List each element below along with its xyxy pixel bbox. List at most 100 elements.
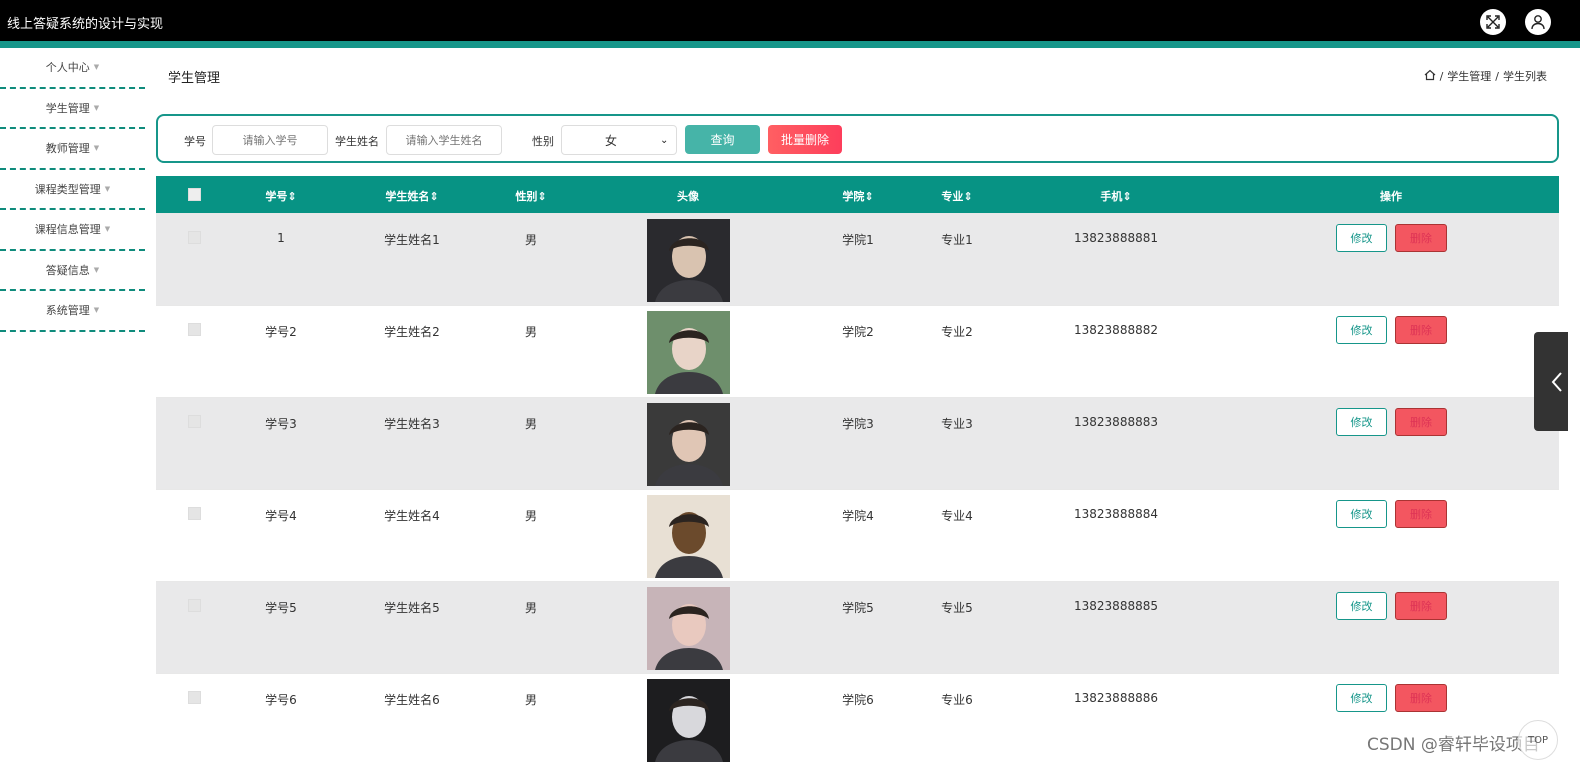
column-header-gender[interactable]: 性别⇕ <box>515 188 546 204</box>
sidebar-item-label: 系统管理 <box>45 304 90 318</box>
student-name-label: 学生姓名 <box>335 135 379 148</box>
caret-down-icon: ▼ <box>93 103 100 112</box>
sidebar-item-label: 课程类型管理 <box>34 182 101 196</box>
table-row: 学号3 学生姓名3 男 学院3 专业3 13823888883 修改 删除 <box>156 397 1559 489</box>
row-checkbox[interactable] <box>188 231 201 244</box>
caret-down-icon: ▼ <box>93 306 100 315</box>
back-to-top-button[interactable]: TOP <box>1518 720 1558 760</box>
table-row: 学号4 学生姓名4 男 学院4 专业4 13823888884 修改 删除 <box>156 489 1559 581</box>
cell-phone: 13823888884 <box>1074 507 1158 521</box>
caret-down-icon: ▼ <box>93 265 100 274</box>
home-icon[interactable] <box>1424 69 1436 84</box>
table-header: 学号⇕ 学生姓名⇕ 性别⇕ 头像 学院⇕ 专业⇕ 手机⇕ 操作 <box>156 176 1559 213</box>
column-header-id[interactable]: 学号⇕ <box>265 188 296 204</box>
cell-college: 学院1 <box>842 233 874 247</box>
row-checkbox[interactable] <box>188 323 201 336</box>
sidebar-item-course-type-management[interactable]: 课程类型管理 ▼ <box>0 170 145 210</box>
table-row: 学号5 学生姓名5 男 学院5 专业5 13823888885 修改 删除 <box>156 581 1559 673</box>
cell-phone: 13823888883 <box>1074 415 1158 429</box>
sidebar-item-course-info-management[interactable]: 课程信息管理 ▼ <box>0 210 145 251</box>
avatar[interactable] <box>647 311 730 394</box>
caret-down-icon: ▼ <box>93 63 100 72</box>
cell-student-id: 学号5 <box>265 601 297 615</box>
query-button[interactable]: 查询 <box>685 125 760 154</box>
row-checkbox[interactable] <box>188 599 201 612</box>
column-header-phone[interactable]: 手机⇕ <box>1100 188 1131 204</box>
student-name-input[interactable] <box>386 125 502 155</box>
cell-college: 学院4 <box>842 509 874 523</box>
avatar[interactable] <box>647 679 730 762</box>
sidebar-item-label: 学生管理 <box>45 101 90 115</box>
delete-button[interactable]: 删除 <box>1395 500 1447 528</box>
delete-button[interactable]: 删除 <box>1395 316 1447 344</box>
row-checkbox[interactable] <box>188 507 201 520</box>
delete-button[interactable]: 删除 <box>1395 408 1447 436</box>
cell-phone: 13823888886 <box>1074 691 1158 705</box>
avatar[interactable] <box>647 403 730 486</box>
cell-gender: 男 <box>524 509 538 523</box>
sidebar-item-label: 答疑信息 <box>45 263 90 277</box>
sidebar-item-teacher-management[interactable]: 教师管理 ▼ <box>0 129 145 170</box>
edit-button[interactable]: 修改 <box>1336 592 1387 620</box>
breadcrumb: / 学生管理 / 学生列表 <box>1424 68 1547 84</box>
breadcrumb-item-student-list: 学生列表 <box>1503 70 1547 83</box>
avatar[interactable] <box>647 219 730 302</box>
cell-student-name: 学生姓名6 <box>384 693 440 707</box>
sidebar-item-system-management[interactable]: 系统管理 ▼ <box>0 291 145 332</box>
user-icon[interactable] <box>1525 9 1551 35</box>
caret-down-icon: ▼ <box>104 184 111 193</box>
column-header-major[interactable]: 专业⇕ <box>941 188 972 204</box>
cell-student-name: 学生姓名4 <box>384 509 440 523</box>
column-header-name[interactable]: 学生姓名⇕ <box>385 188 438 204</box>
student-id-label: 学号 <box>184 135 206 148</box>
column-header-college[interactable]: 学院⇕ <box>842 188 873 204</box>
side-panel-toggle[interactable] <box>1534 332 1568 431</box>
cell-gender: 男 <box>524 417 538 431</box>
delete-button[interactable]: 删除 <box>1395 684 1447 712</box>
sidebar-item-personal-center[interactable]: 个人中心 ▼ <box>0 48 145 89</box>
select-all-checkbox[interactable] <box>188 188 201 201</box>
cell-student-name: 学生姓名5 <box>384 601 440 615</box>
app-title: 线上答疑系统的设计与实现 <box>7 17 164 32</box>
cell-college: 学院5 <box>842 601 874 615</box>
fullscreen-icon[interactable] <box>1480 9 1506 35</box>
edit-button[interactable]: 修改 <box>1336 500 1387 528</box>
cell-student-id: 学号6 <box>265 693 297 707</box>
caret-down-icon: ▼ <box>93 144 100 153</box>
cell-college: 学院3 <box>842 417 874 431</box>
column-header-avatar: 头像 <box>677 190 699 203</box>
student-id-input[interactable] <box>212 125 328 155</box>
row-checkbox[interactable] <box>188 415 201 428</box>
table-row: 学号2 学生姓名2 男 学院2 专业2 13823888882 修改 删除 <box>156 305 1559 397</box>
edit-button[interactable]: 修改 <box>1336 408 1387 436</box>
sidebar-item-student-management[interactable]: 学生管理 ▼ <box>0 89 145 129</box>
breadcrumb-item-student-management[interactable]: 学生管理 <box>1447 68 1491 84</box>
cell-major: 专业4 <box>941 509 973 523</box>
avatar[interactable] <box>647 495 730 578</box>
batch-delete-button[interactable]: 批量删除 <box>768 125 842 154</box>
sidebar-item-label: 课程信息管理 <box>34 223 101 237</box>
caret-down-icon: ▼ <box>104 225 111 234</box>
table-row: 学号6 学生姓名6 男 学院6 专业6 13823888886 修改 删除 <box>156 673 1559 765</box>
cell-gender: 男 <box>524 325 538 339</box>
cell-major: 专业1 <box>941 233 973 247</box>
edit-button[interactable]: 修改 <box>1336 224 1387 252</box>
row-checkbox[interactable] <box>188 691 201 704</box>
edit-button[interactable]: 修改 <box>1336 316 1387 344</box>
cell-student-name: 学生姓名2 <box>384 325 440 339</box>
gender-label: 性别 <box>532 135 554 148</box>
gender-select[interactable]: 女 ⌄ <box>561 125 677 155</box>
table-row: 1 学生姓名1 男 学院1 专业1 13823888881 修改 删除 <box>156 213 1559 305</box>
watermark: CSDN @睿轩毕设项目 <box>1367 735 1540 755</box>
delete-button[interactable]: 删除 <box>1395 224 1447 252</box>
cell-student-name: 学生姓名1 <box>384 233 440 247</box>
cell-major: 专业5 <box>941 601 973 615</box>
sidebar-item-qa-info[interactable]: 答疑信息 ▼ <box>0 251 145 291</box>
sidebar: 个人中心 ▼ 学生管理 ▼ 教师管理 ▼ 课程类型管理 ▼ 课程信息管理 ▼ 答疑信息 ▼ … <box>0 48 145 332</box>
column-header-actions: 操作 <box>1380 190 1402 203</box>
delete-button[interactable]: 删除 <box>1395 592 1447 620</box>
avatar[interactable] <box>647 587 730 670</box>
cell-phone: 13823888881 <box>1074 231 1158 245</box>
cell-student-id: 1 <box>277 231 285 245</box>
edit-button[interactable]: 修改 <box>1336 684 1387 712</box>
